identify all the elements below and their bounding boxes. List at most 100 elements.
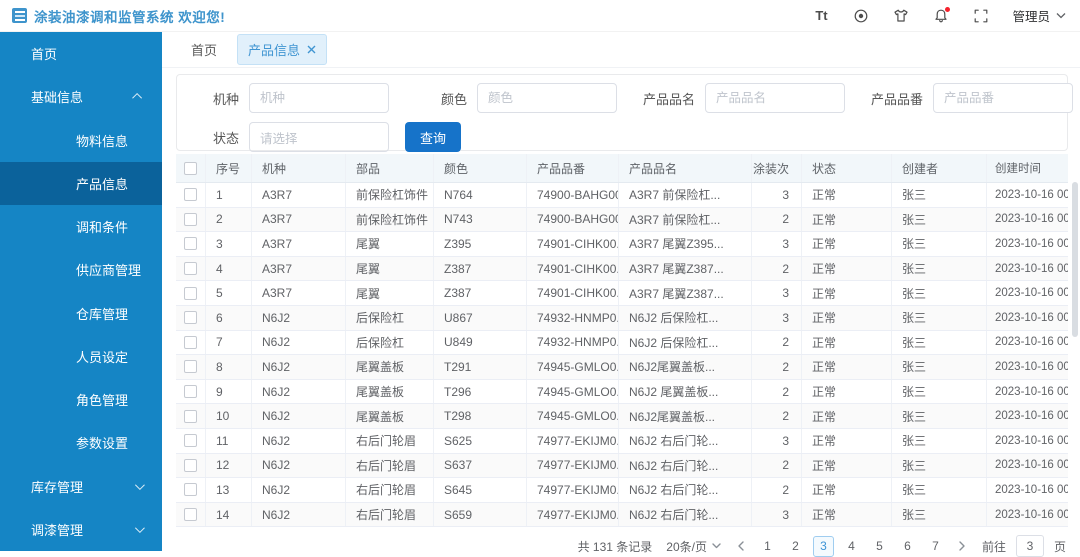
table-row[interactable]: 7 N6J2 后保险杠 U849 74932-HNMP0... N6J2 后保险杠... 2… <box>176 330 1068 356</box>
cell-color: N764 <box>434 183 527 207</box>
cell-status: 正常 <box>802 256 892 281</box>
page-button[interactable]: 6 <box>897 536 918 557</box>
page-button[interactable]: 7 <box>925 536 946 557</box>
notification-bell-icon[interactable] <box>932 6 951 25</box>
row-checkbox[interactable] <box>184 385 197 399</box>
status-select[interactable]: 请选择 <box>249 122 389 152</box>
product-name-input[interactable] <box>705 83 845 113</box>
row-checkbox[interactable] <box>184 508 197 522</box>
table-row[interactable]: 2A3R7前保险杠饰件N74374900-BAHG00...A3R7 前保险杠.… <box>176 207 1068 233</box>
checkbox-cell <box>176 281 206 305</box>
sidebar-item[interactable]: 仓库管理 <box>0 292 162 335</box>
row-checkbox[interactable] <box>184 335 197 349</box>
table-row[interactable]: 9 N6J2 尾翼盖板 T296 74945-GMLO0... N6J2 尾翼盖板... 2… <box>176 379 1068 405</box>
cell-no: 2 <box>206 207 252 232</box>
cell-part: 前保险杠饰件 <box>346 183 434 207</box>
row-checkbox[interactable] <box>184 237 197 251</box>
page-size-select[interactable]: 20条/页 <box>666 538 721 555</box>
row-checkbox[interactable] <box>184 434 197 448</box>
row-checkbox[interactable] <box>184 458 197 472</box>
tab-label: 产品信息 <box>248 43 301 58</box>
sidebar-item[interactable]: 参数设置 <box>0 421 162 464</box>
fullscreen-icon[interactable] <box>972 7 990 25</box>
table-row[interactable]: 8 N6J2 尾翼盖板 T291 74945-GMLO0... N6J2尾翼盖板... 2 正… <box>176 355 1068 380</box>
table-row[interactable]: 4 A3R7 尾翼 Z387 74901-CIHK00... A3R7 尾翼Z387...… <box>176 256 1068 282</box>
color-input[interactable] <box>477 83 617 113</box>
chevron-up-icon <box>132 93 143 104</box>
cell-times: 2 <box>752 256 802 281</box>
sidebar-item[interactable]: 人员设定 <box>0 335 162 378</box>
font-size-icon[interactable]: Tt <box>812 7 830 25</box>
scrollbar[interactable] <box>1072 182 1078 337</box>
row-checkbox[interactable] <box>184 311 197 325</box>
sidebar-item[interactable]: 角色管理 <box>0 378 162 421</box>
row-checkbox[interactable] <box>184 360 197 374</box>
cell-color: T291 <box>434 355 527 379</box>
page-button[interactable]: 5 <box>869 536 890 557</box>
cell-machine: N6J2 <box>252 478 346 502</box>
cell-status: 正常 <box>802 478 892 502</box>
page-button[interactable]: 2 <box>785 536 806 557</box>
cell-machine: N6J2 <box>252 428 346 453</box>
next-page-button[interactable] <box>956 541 968 552</box>
cell-color: Z387 <box>434 281 527 305</box>
part-no-input[interactable] <box>933 83 1073 113</box>
cell-name: N6J2 右后门轮... <box>619 502 752 527</box>
page-button[interactable]: 1 <box>757 536 778 557</box>
table-row[interactable]: 12 N6J2 右后门轮眉 S637 74977-EKIJM0... N6J2 右后门轮.… <box>176 453 1068 479</box>
cell-status: 正常 <box>802 281 892 305</box>
table-row[interactable]: 11 N6J2 右后门轮眉 S625 74977-EKIJM0... N6J2 右后门轮.… <box>176 428 1068 454</box>
row-checkbox[interactable] <box>184 262 197 276</box>
checkbox-cell <box>176 207 206 232</box>
table-row[interactable]: 3 A3R7 尾翼 Z395 74901-CIHK00... A3R7 尾翼Z395...… <box>176 232 1068 257</box>
cell-times: 3 <box>752 428 802 453</box>
row-checkbox[interactable] <box>184 212 197 226</box>
cell-machine: N6J2 <box>252 355 346 379</box>
sidebar-item-label: 参数设置 <box>76 436 129 452</box>
table-row[interactable]: 6 N6J2 后保险杠 U867 74932-HNMP0... N6J2 后保险杠... 3… <box>176 305 1068 331</box>
tab-product-info[interactable]: 产品信息 <box>237 34 328 65</box>
checkbox-cell <box>176 305 206 330</box>
cell-name: A3R7 尾翼Z387... <box>619 281 752 305</box>
checkbox-cell <box>176 355 206 379</box>
cell-part_no: 74945-GMLO0... <box>527 379 619 404</box>
search-button[interactable]: 查询 <box>405 122 462 152</box>
sidebar-item[interactable]: 调和条件 <box>0 205 162 248</box>
cell-created: 2023-10-16 00:... <box>995 410 1068 423</box>
theme-skin-icon[interactable] <box>892 7 910 25</box>
row-checkbox[interactable] <box>184 409 197 423</box>
filter-panel: 机种 颜色 产品品名 产品品番 状态 请选择 查询 <box>176 74 1073 152</box>
sidebar-item[interactable]: 基础信息 <box>0 75 162 118</box>
cell-color: S645 <box>434 478 527 502</box>
sidebar-item[interactable]: 产品信息 <box>0 161 162 205</box>
sidebar-item[interactable]: 供应商管理 <box>0 248 162 291</box>
sidebar-item[interactable]: 调漆管理 <box>0 508 162 551</box>
row-checkbox[interactable] <box>184 483 197 497</box>
page-button[interactable]: 4 <box>841 536 862 557</box>
cell-no: 10 <box>206 404 252 428</box>
sidebar-item[interactable]: 库存管理 <box>0 465 162 508</box>
goto-page-input[interactable]: 3 <box>1015 535 1044 557</box>
sidebar-item[interactable]: 首页 <box>0 32 162 75</box>
table-row[interactable]: 10 N6J2 尾翼盖板 T298 74945-GMLO0... N6J2尾翼盖板... 2… <box>176 404 1068 429</box>
table-row[interactable]: 1A3R7前保险杠饰件N76474900-BAHG00...A3R7 前保险杠.… <box>176 183 1068 208</box>
sidebar-item[interactable]: 物料信息 <box>0 119 162 162</box>
checkbox-cell <box>176 453 206 478</box>
sidebar-item-label: 人员设定 <box>76 349 129 365</box>
table-row[interactable]: 14 N6J2 右后门轮眉 S659 74977-EKIJM0... N6J2 右后门轮.… <box>176 502 1068 528</box>
tab-home[interactable]: 首页 <box>181 35 227 64</box>
cell-no: 1 <box>206 183 252 207</box>
machine-input[interactable] <box>249 83 389 113</box>
table-row[interactable]: 13 N6J2 右后门轮眉 S645 74977-EKIJM0... N6J2 右后门轮.… <box>176 478 1068 503</box>
layout-size-icon[interactable] <box>852 7 870 25</box>
row-checkbox[interactable] <box>184 188 197 202</box>
header-cell: 产品品名 <box>619 154 752 182</box>
user-menu[interactable]: 管理员 <box>1012 6 1066 25</box>
page-button[interactable]: 3 <box>812 535 834 557</box>
table-row[interactable]: 5 A3R7 尾翼 Z387 74901-CIHK00... A3R7 尾翼Z387...… <box>176 281 1068 306</box>
row-checkbox[interactable] <box>184 286 197 300</box>
cell-color: U849 <box>434 330 527 355</box>
prev-page-button[interactable] <box>735 541 747 552</box>
select-all-checkbox[interactable] <box>184 161 197 175</box>
tab-close-icon[interactable] <box>307 45 316 54</box>
